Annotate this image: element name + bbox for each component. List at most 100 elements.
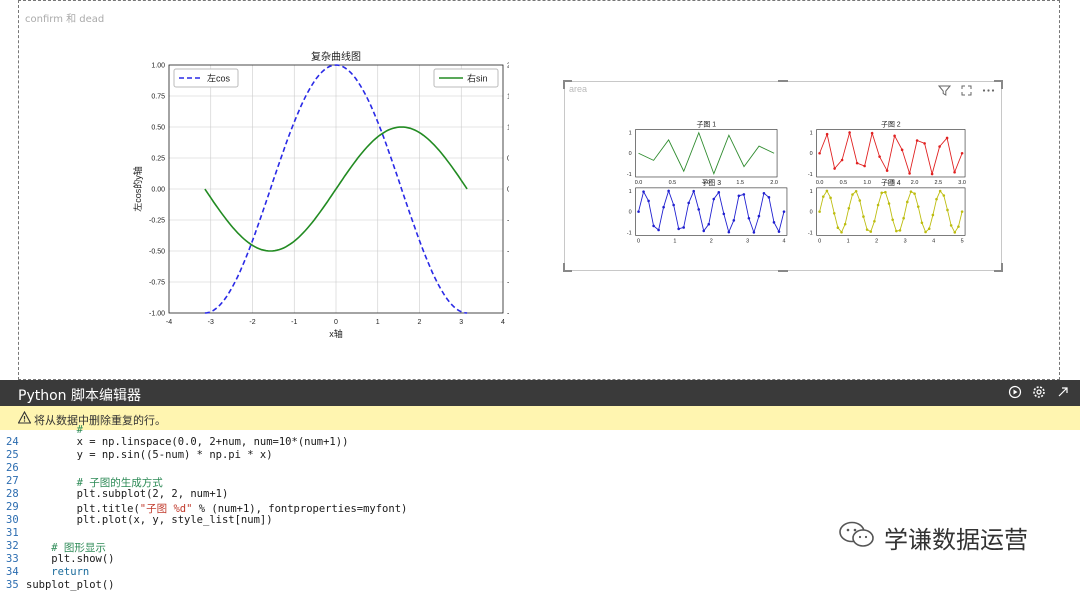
line-number: 33 xyxy=(6,553,19,565)
subplot-point xyxy=(869,230,873,233)
line-number: 26 xyxy=(6,462,19,474)
canvas-label: confirm 和 dead xyxy=(25,14,105,25)
subplot-point xyxy=(863,164,866,168)
subplot-x-tick: 2.0 xyxy=(770,180,778,186)
code-line: 34 return xyxy=(0,566,1080,579)
resize-handle-tl[interactable] xyxy=(563,80,572,89)
y-left-tick-label: -1.00 xyxy=(149,311,165,318)
subplot-y-tick: -1 xyxy=(808,230,813,236)
subplot-point xyxy=(862,215,865,218)
subplot-point xyxy=(821,195,825,198)
subplot-x-tick: 0.5 xyxy=(840,180,848,186)
x-tick-label: 3 xyxy=(459,319,463,326)
complex-curve-chart[interactable]: 复杂曲线图 -4 -3 -2 -1 0 1 2 3 4 1.00 0.75 0.50 0.25 0.00 -0… xyxy=(109,45,509,345)
y-right-tick-label: 1.5 xyxy=(507,94,509,101)
line-number: 30 xyxy=(6,514,19,526)
subplot-x-tick: 0.0 xyxy=(816,180,824,186)
area-visual[interactable]: area 子图 1 1 0 -1 0.0 0.5 1.0 1.5 2.0 子图 2 1 0 -1 0.0 0… xyxy=(563,80,1003,272)
subplot-point xyxy=(840,158,844,162)
subplot-point xyxy=(692,189,695,193)
code-editor[interactable]: # 24 x = np.linspace(0.0, 2+num, num=10*… xyxy=(0,424,1080,591)
subplot-point xyxy=(960,210,964,213)
subplot-point xyxy=(677,227,680,231)
y-left-tick-label: -0.25 xyxy=(149,218,165,225)
subplot-point xyxy=(906,200,909,204)
code-text: x = np.linspace(0.0, 2+num, num=10*(num+… xyxy=(26,436,349,448)
x-tick-label: -4 xyxy=(166,319,172,326)
resize-handle-tr[interactable] xyxy=(994,80,1003,89)
subplot-point xyxy=(848,131,851,134)
subplot-point xyxy=(762,191,766,195)
code-text: plt.show() xyxy=(26,553,115,565)
subplot-point xyxy=(945,136,949,140)
warning-icon xyxy=(17,410,32,424)
resize-handle-br[interactable] xyxy=(994,263,1003,272)
line-number: 35 xyxy=(6,579,19,591)
subplot-2: 子图 210-10.0 0.5 1.0 1.5 2.0 2.5 3.0 xyxy=(808,121,966,186)
y-left-tick-label: 1.00 xyxy=(151,63,165,70)
subplot-point xyxy=(657,228,660,232)
subplot-point xyxy=(818,210,821,213)
subplot-x-tick: 5 xyxy=(961,238,964,244)
subplot-point xyxy=(833,167,836,170)
subplot-x-tick: 1.5 xyxy=(736,180,744,186)
subplot-y-tick: 1 xyxy=(629,189,632,195)
subplot-point xyxy=(949,224,953,227)
subplot-point xyxy=(920,221,924,225)
chart-title: 复杂曲线图 xyxy=(311,50,361,63)
subplot-point xyxy=(942,194,946,197)
line-number: 27 xyxy=(6,475,19,487)
subplot-point xyxy=(865,228,869,231)
subplot-y-tick: 0 xyxy=(629,210,632,216)
subplot-x-tick: 2.0 xyxy=(911,180,919,186)
y-right-tick-label: -1.5 xyxy=(507,280,509,287)
subplot-x-tick: 4 xyxy=(932,238,935,244)
code-line: 29 plt.title("子图 %d" % (num+1), fontprop… xyxy=(0,501,1080,515)
run-icon[interactable] xyxy=(1008,385,1022,399)
code-text: plt.subplot(2, 2, num+1) xyxy=(26,488,229,500)
subplot-point xyxy=(642,190,645,193)
subplot-1: 子图 110-10.0 0.5 1.0 1.5 2.0 xyxy=(627,121,778,186)
line-number: 29 xyxy=(6,501,19,513)
subplot-x-tick: 3 xyxy=(746,238,749,244)
subplot-point xyxy=(836,226,840,230)
subplot-point xyxy=(652,224,655,228)
resize-handle-top[interactable] xyxy=(778,80,788,89)
x-tick-label: 4 xyxy=(501,319,505,326)
editor-toolbar xyxy=(1008,385,1070,399)
subplot-point xyxy=(902,216,905,220)
subplot-y-tick: -1 xyxy=(808,172,813,178)
subplot-y-tick: 0 xyxy=(629,151,632,157)
line-number: 28 xyxy=(6,488,19,500)
visual-canvas: confirm 和 dead 复杂曲线图 -4 -3 -2 -1 0 1 2 3 4 1.00 0.7… xyxy=(18,0,1060,380)
code-line: 25 y = np.sin((5-num) * np.pi * x) xyxy=(0,449,1080,462)
subplot-point xyxy=(843,222,847,226)
resize-handle-bottom[interactable] xyxy=(778,263,788,272)
resize-handle-bl[interactable] xyxy=(563,263,572,272)
x-tick-label: 0 xyxy=(334,319,338,326)
y-right-tick-label: -0.5 xyxy=(507,218,509,225)
code-line: 33 plt.show() xyxy=(0,553,1080,566)
subplot-point xyxy=(722,212,726,216)
editor-title: Python 脚本编辑器 xyxy=(18,388,141,404)
subplot-point xyxy=(647,199,650,203)
subplot-point xyxy=(687,201,690,205)
subplot-point xyxy=(898,229,902,232)
subplot-point xyxy=(931,213,935,217)
expand-icon[interactable] xyxy=(1056,385,1070,399)
subplot-point xyxy=(935,197,938,201)
subplot-x-tick: 0 xyxy=(818,238,821,244)
subplot-y-tick: 1 xyxy=(810,189,813,195)
code-text: plt.plot(x, y, style_list[num]) xyxy=(26,514,273,526)
code-line: 26 xyxy=(0,462,1080,475)
subplot-point xyxy=(924,230,927,234)
subplot-point xyxy=(876,203,880,207)
subplot-3: 子图 3 1 0 -1 0 1 2 3 4 xyxy=(627,179,788,244)
subplot-x-tick: 2 xyxy=(875,238,878,244)
subplot-y-tick: -1 xyxy=(627,230,632,236)
subplot-point xyxy=(927,227,931,231)
y-left-axis-label: 左cos的y轴 xyxy=(132,166,143,212)
x-tick-label: -2 xyxy=(249,319,255,326)
subplot-point xyxy=(712,197,716,201)
gear-icon[interactable] xyxy=(1032,385,1046,399)
